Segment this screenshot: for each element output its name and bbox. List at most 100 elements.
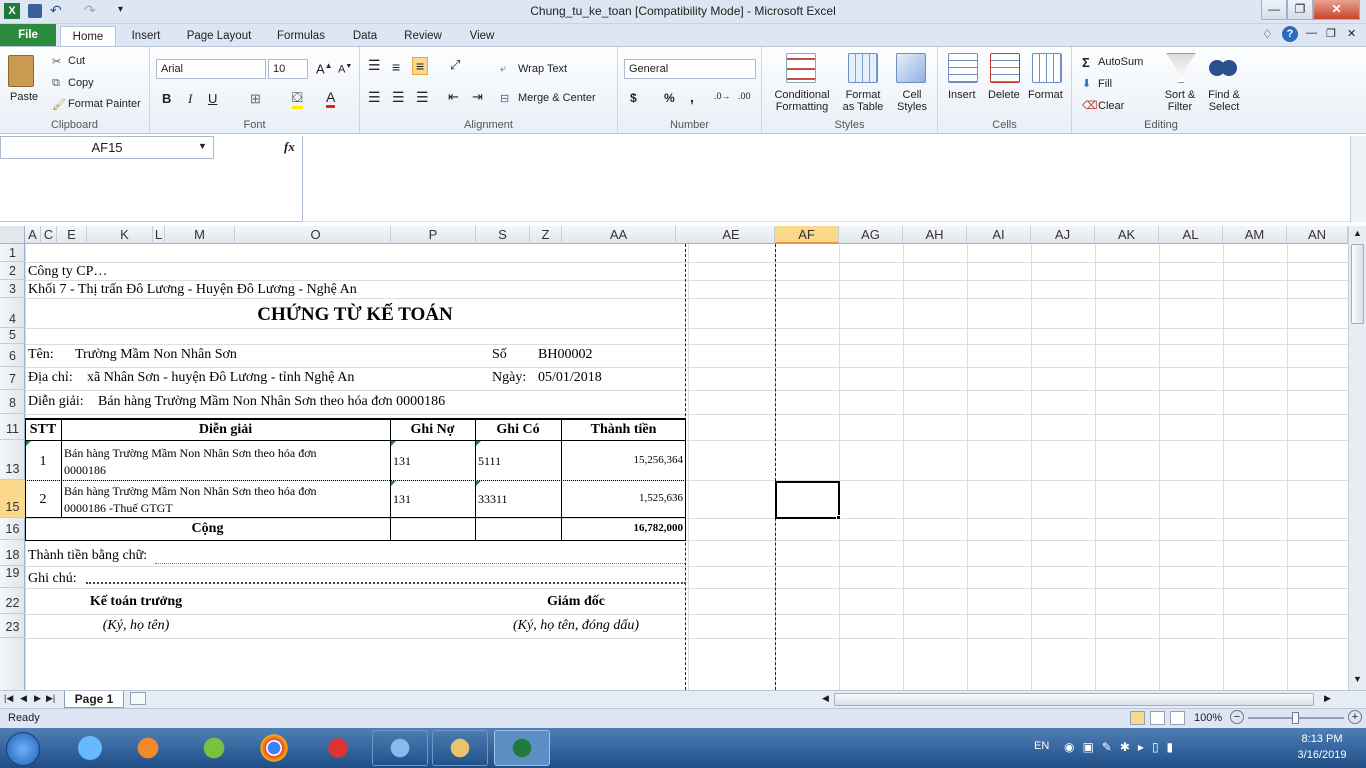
- clear-icon[interactable]: ⌫: [1082, 99, 1098, 112]
- select-all-corner[interactable]: [0, 226, 25, 244]
- column-header[interactable]: AJ: [1031, 226, 1095, 244]
- chrome-icon[interactable]: [246, 730, 302, 766]
- restore-button[interactable]: ❐: [1287, 0, 1313, 20]
- column-header[interactable]: AM: [1223, 226, 1287, 244]
- remote-desktop-icon[interactable]: [372, 730, 428, 766]
- coccoc-browser-icon[interactable]: [186, 730, 242, 766]
- row-header[interactable]: 1: [0, 244, 25, 262]
- align-bottom-icon[interactable]: ≡: [412, 57, 429, 75]
- wrap-text-icon[interactable]: ⤶: [500, 63, 506, 76]
- address-value[interactable]: xã Nhân Sơn - huyện Đô Lương - tỉnh Nghệ…: [87, 370, 354, 386]
- insert-cells-button[interactable]: Insert: [948, 89, 976, 101]
- increase-indent-icon[interactable]: ⇥: [472, 89, 483, 105]
- shrink-font-icon[interactable]: A▼: [338, 63, 352, 76]
- paste-icon[interactable]: [8, 55, 34, 87]
- column-header[interactable]: AH: [903, 226, 967, 244]
- app-icon[interactable]: [310, 730, 366, 766]
- tab-file[interactable]: File: [0, 24, 56, 46]
- align-top-icon[interactable]: ☰: [368, 57, 381, 74]
- comma-button[interactable]: ,: [690, 89, 694, 105]
- date-value[interactable]: 05/01/2018: [538, 370, 602, 386]
- row-1-credit[interactable]: 5111: [478, 454, 501, 469]
- align-middle-icon[interactable]: ≡: [392, 59, 400, 75]
- sort-filter-button[interactable]: Sort & Filter: [1160, 89, 1200, 113]
- copy-button[interactable]: Copy: [68, 77, 94, 89]
- insert-sheet-icon[interactable]: [130, 692, 146, 705]
- column-header[interactable]: AA: [562, 226, 676, 244]
- row-2-stt[interactable]: 2: [25, 492, 61, 508]
- scroll-left-icon[interactable]: ◀: [822, 693, 829, 704]
- column-header[interactable]: AI: [967, 226, 1031, 244]
- format-painter-icon[interactable]: 🖌: [52, 98, 66, 111]
- clear-button[interactable]: Clear: [1098, 100, 1124, 112]
- vertical-scrollbar[interactable]: ▲ ▼: [1348, 226, 1366, 690]
- paste-button[interactable]: Paste: [10, 91, 38, 103]
- name-value[interactable]: Trường Mầm Non Nhân Sơn: [75, 347, 237, 363]
- column-header[interactable]: AE: [688, 226, 775, 244]
- cell-styles-icon[interactable]: [896, 53, 926, 83]
- workbook-restore-icon[interactable]: ❐: [1326, 27, 1336, 40]
- zoom-in-icon[interactable]: +: [1348, 710, 1362, 724]
- row-2-credit[interactable]: 33311: [478, 492, 508, 507]
- column-header[interactable]: E: [57, 226, 87, 244]
- close-button[interactable]: ✕: [1313, 0, 1360, 20]
- column-header[interactable]: AK: [1095, 226, 1159, 244]
- italic-button[interactable]: I: [188, 91, 192, 107]
- row-header[interactable]: 16: [0, 518, 25, 540]
- row-header[interactable]: 13: [0, 440, 25, 480]
- name-box-dropdown-icon[interactable]: ▼: [198, 141, 207, 151]
- row-header[interactable]: 6: [0, 344, 25, 367]
- font-color-icon[interactable]: A: [326, 89, 336, 108]
- cut-button[interactable]: Cut: [68, 55, 85, 67]
- column-header[interactable]: M: [165, 226, 235, 244]
- formula-input[interactable]: [302, 136, 1350, 222]
- internet-explorer-icon[interactable]: [62, 730, 118, 766]
- decrease-indent-icon[interactable]: ⇤: [448, 89, 459, 105]
- delete-cells-button[interactable]: Delete: [988, 89, 1020, 101]
- column-header[interactable]: Z: [530, 226, 562, 244]
- clock-time[interactable]: 8:13 PM: [1290, 733, 1354, 745]
- autosum-button[interactable]: AutoSum: [1098, 56, 1143, 68]
- column-header[interactable]: AN: [1287, 226, 1348, 244]
- page-layout-view-icon[interactable]: [1150, 711, 1165, 725]
- minimize-ribbon-icon[interactable]: ♢: [1262, 27, 1273, 41]
- conditional-formatting-icon[interactable]: [786, 53, 816, 83]
- fill-color-icon[interactable]: ⛋: [292, 89, 303, 109]
- conditional-formatting-button[interactable]: Conditional Formatting: [770, 89, 834, 113]
- copy-icon[interactable]: ⧉: [52, 77, 60, 90]
- autosum-icon[interactable]: Σ: [1082, 55, 1090, 70]
- bold-button[interactable]: B: [162, 91, 171, 106]
- row-1-description[interactable]: Bán hàng Trường Mầm Non Nhân Sơn theo hó…: [64, 445, 317, 479]
- formula-bar-scroll[interactable]: [1350, 136, 1366, 222]
- row-header[interactable]: 5: [0, 328, 25, 344]
- workbook-close-icon[interactable]: ✕: [1347, 27, 1356, 40]
- zoom-slider[interactable]: [1248, 712, 1344, 724]
- start-button[interactable]: [6, 732, 40, 766]
- format-cells-icon[interactable]: [1032, 53, 1062, 83]
- row-1-stt[interactable]: 1: [25, 454, 61, 470]
- fill-icon[interactable]: ⬇: [1082, 77, 1091, 90]
- horizontal-scrollbar[interactable]: ◀ ▶: [818, 692, 1338, 708]
- first-sheet-icon[interactable]: |◀: [4, 693, 13, 704]
- row-2-description[interactable]: Bán hàng Trường Mầm Non Nhân Sơn theo hó…: [64, 483, 317, 517]
- number-format-select[interactable]: General: [624, 59, 756, 79]
- find-select-button[interactable]: Find & Select: [1202, 89, 1246, 113]
- row-header[interactable]: 8: [0, 390, 25, 414]
- prev-sheet-icon[interactable]: ◀: [20, 693, 27, 704]
- merge-center-icon[interactable]: ⊟: [500, 92, 509, 105]
- scroll-up-icon[interactable]: ▲: [1353, 228, 1362, 238]
- fill-handle[interactable]: [836, 515, 841, 520]
- tab-review[interactable]: Review: [398, 26, 448, 46]
- column-header[interactable]: P: [391, 226, 476, 244]
- zoom-slider-thumb[interactable]: [1292, 712, 1299, 724]
- row-header-selected[interactable]: 15: [0, 480, 25, 518]
- zoom-level[interactable]: 100%: [1194, 712, 1222, 724]
- column-header[interactable]: O: [241, 226, 391, 244]
- delete-cells-icon[interactable]: [990, 53, 1020, 83]
- file-explorer-icon[interactable]: [432, 730, 488, 766]
- tab-home[interactable]: Home: [60, 26, 116, 46]
- scroll-right-icon[interactable]: ▶: [1324, 693, 1331, 704]
- insert-cells-icon[interactable]: [948, 53, 978, 83]
- minimize-button[interactable]: —: [1261, 0, 1287, 20]
- page-break-view-icon[interactable]: [1170, 711, 1185, 725]
